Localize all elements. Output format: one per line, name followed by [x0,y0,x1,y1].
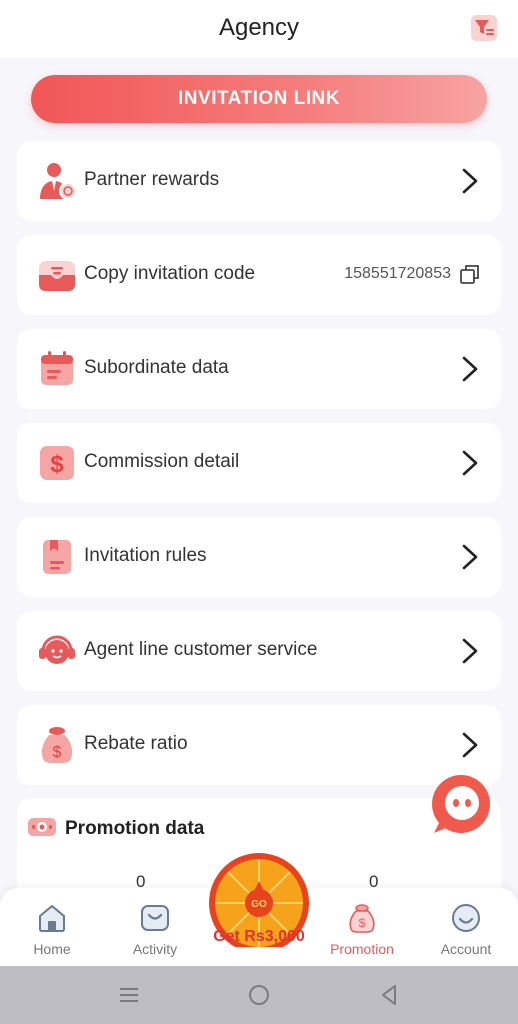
promotion-data-icon [28,818,56,836]
menu-item-label: Rebate ratio [84,733,188,754]
customer-service-icon [39,635,75,664]
invitation-code-value: 158551720853 [344,265,451,282]
spin-wheel-label[interactable]: Get Rs3,000 [196,928,322,946]
menu-item-commission-detail[interactable]: $ Commission detail [17,423,501,503]
promotion-data-title: Promotion data [65,818,205,839]
menu-item-partner-rewards[interactable]: Partner rewards [17,141,501,221]
header-bar: Agency [0,0,518,58]
recent-apps-icon[interactable] [117,983,141,1007]
tab-label: Activity [132,941,178,957]
svg-text:$: $ [359,916,366,930]
tab-label: Home [33,941,71,957]
partner-rewards-icon [40,163,77,200]
system-navigation-bar [0,966,518,1024]
svg-text:$: $ [53,744,62,761]
chevron-right-icon [462,168,478,194]
chevron-right-icon [462,732,478,758]
tab-label: Account [440,941,492,957]
promotion-icon: $ [349,904,375,933]
back-icon[interactable] [377,983,401,1007]
home-icon [39,905,65,932]
svg-text:$: $ [50,451,64,478]
tab-label: Promotion [330,941,394,957]
menu-item-subordinate-data[interactable]: Subordinate data [17,329,501,409]
tab-home[interactable]: Home [2,888,102,966]
dollar-icon: $ [40,446,74,480]
menu-item-rebate-ratio[interactable]: $ Rebate ratio [17,705,501,785]
copy-icon[interactable] [459,263,481,285]
filter-icon[interactable] [470,14,498,42]
menu-item-label: Copy invitation code [84,263,256,284]
menu-item-label: Invitation rules [84,545,207,566]
menu-item-label: Commission detail [84,451,240,472]
chevron-right-icon [462,638,478,664]
menu-item-label: Agent line customer service [84,639,318,660]
menu-item-agent-customer-service[interactable]: Agent line customer service [17,611,501,691]
tab-account[interactable]: Account [416,888,516,966]
chevron-right-icon [462,356,478,382]
home-circle-icon[interactable] [247,983,271,1007]
page-title: Agency [218,14,300,41]
menu-item-invitation-rules[interactable]: Invitation rules [17,517,501,597]
account-icon [452,904,480,932]
calendar-icon [41,351,73,385]
rules-book-icon [43,540,71,574]
invitation-code-icon [39,261,75,291]
chat-support-icon[interactable] [430,775,492,835]
tab-promotion[interactable]: $ Promotion [312,888,412,966]
invitation-link-button[interactable]: INVITATION LINK [31,75,487,123]
money-bag-icon: $ [41,727,73,763]
activity-icon [141,905,169,931]
spin-wheel-center-label: GO [251,899,267,910]
tab-activity[interactable]: Activity [105,888,205,966]
chevron-right-icon [462,544,478,570]
menu-item-label: Subordinate data [84,357,229,378]
chevron-right-icon [462,450,478,476]
menu-item-label: Partner rewards [84,169,220,190]
menu-item-copy-invitation-code[interactable]: Copy invitation code 158551720853 [17,235,501,315]
